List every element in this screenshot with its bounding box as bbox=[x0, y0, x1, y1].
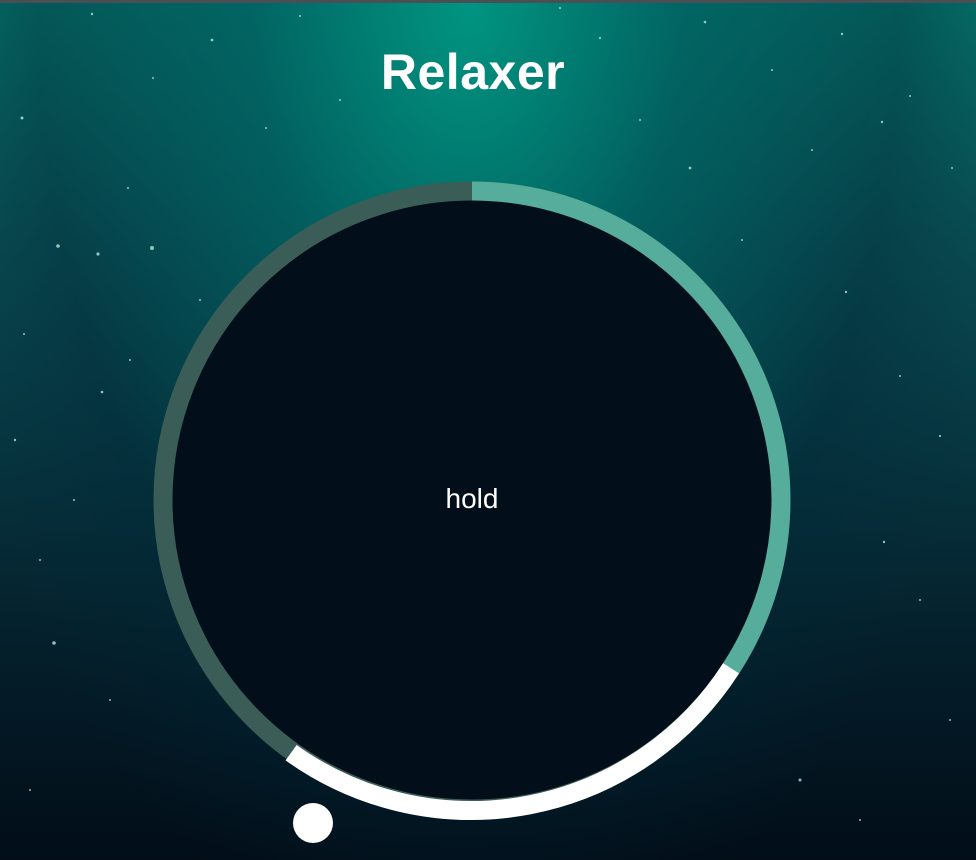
breathing-circle bbox=[153, 181, 791, 820]
breathing-phase-label: hold bbox=[445, 483, 499, 514]
progress-pointer-dot bbox=[293, 803, 333, 843]
